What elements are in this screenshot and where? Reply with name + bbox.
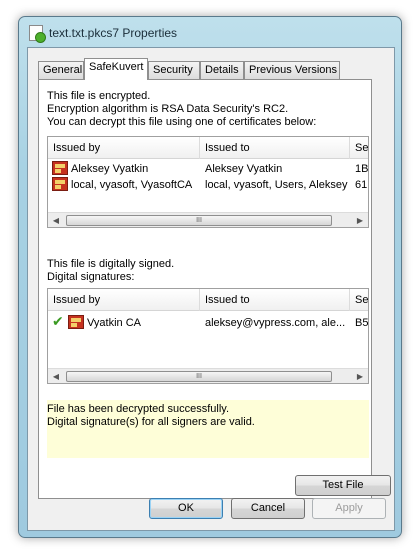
certificate-row[interactable]: local, vyasoft, VyasoftCA local, vyasoft… [48,177,368,193]
checkmark-icon: ✔ [52,313,64,329]
signatures-label: Digital signatures: [47,271,135,283]
column-serial[interactable]: Seri [350,137,368,159]
certificates-list-header: Issued by Issued to Seri [48,137,368,159]
dialog-client-area: General SafeKuvert Security Details Prev… [27,47,395,531]
file-icon [29,25,46,43]
certificate-row[interactable]: Aleksey Vyatkin Aleksey Vyatkin 1B ( [48,161,368,177]
decrypt-status: File has been decrypted successfully. [47,403,229,415]
safekuvert-panel: This file is encrypted. Encryption algor… [38,79,391,499]
cert-issued-to: local, vyasoft, Users, Aleksey [205,179,348,191]
certificate-icon [68,315,84,329]
cert-serial: 1B ( [355,163,369,175]
encrypted-notice: This file is encrypted. [47,90,151,102]
signer-serial: B5 1 [355,317,369,329]
cert-serial: 61 2 [355,179,368,191]
status-message-box: File has been decrypted successfully. Di… [47,400,369,458]
signer-issued-to: aleksey@vypress.com, ale... [205,317,346,329]
certificate-icon [52,177,68,191]
cert-issued-to: Aleksey Vyatkin [205,163,283,175]
column-serial[interactable]: Seri [350,289,368,311]
tab-previous-versions[interactable]: Previous Versions [244,61,340,79]
title-bar[interactable]: text.txt.pkcs7 Properties [19,17,401,49]
certificates-horizontal-scrollbar[interactable]: ◀ III ▶ [48,212,368,227]
signature-row[interactable]: ✔ Vyatkin CA aleksey@vypress.com, ale...… [48,313,369,331]
cancel-button[interactable]: Cancel [231,498,305,519]
properties-window: text.txt.pkcs7 Properties General SafeKu… [18,16,402,538]
signer-issued-by: Vyatkin CA [87,317,142,329]
tab-details[interactable]: Details [200,61,244,79]
scroll-right-icon[interactable]: ▶ [352,369,368,383]
decrypt-hint: You can decrypt this file using one of c… [47,116,317,128]
test-file-button[interactable]: Test File [295,475,391,496]
cert-issued-by: local, vyasoft, VyasoftCA [71,179,193,191]
cert-issued-by: Aleksey Vyatkin [71,163,149,175]
signatures-horizontal-scrollbar[interactable]: ◀ III ▶ [48,368,368,383]
column-issued-to[interactable]: Issued to [200,289,350,311]
scroll-left-icon[interactable]: ◀ [48,213,64,227]
column-issued-by[interactable]: Issued by [48,289,200,311]
certificates-list[interactable]: Issued by Issued to Seri Aleksey Vyatkin… [47,136,369,228]
scroll-right-icon[interactable]: ▶ [352,213,368,227]
tab-general[interactable]: General [38,61,84,79]
signed-notice: This file is digitally signed. [47,258,175,270]
signatures-list-header: Issued by Issued to Seri [48,289,368,311]
certificate-icon [52,161,68,175]
scroll-left-icon[interactable]: ◀ [48,369,64,383]
signature-status: Digital signature(s) for all signers are… [47,416,255,428]
encryption-algorithm: Encryption algorithm is RSA Data Securit… [47,103,289,115]
scroll-thumb[interactable]: III [66,215,332,226]
column-issued-by[interactable]: Issued by [48,137,200,159]
scroll-thumb[interactable]: III [66,371,332,382]
ok-button[interactable]: OK [149,498,223,519]
signatures-list[interactable]: Issued by Issued to Seri ✔ Vyatkin CA al… [47,288,369,384]
window-title: text.txt.pkcs7 Properties [49,26,178,40]
tab-security[interactable]: Security [148,61,200,79]
apply-button[interactable]: Apply [312,498,386,519]
column-issued-to[interactable]: Issued to [200,137,350,159]
tab-safekuvert[interactable]: SafeKuvert [84,58,148,80]
